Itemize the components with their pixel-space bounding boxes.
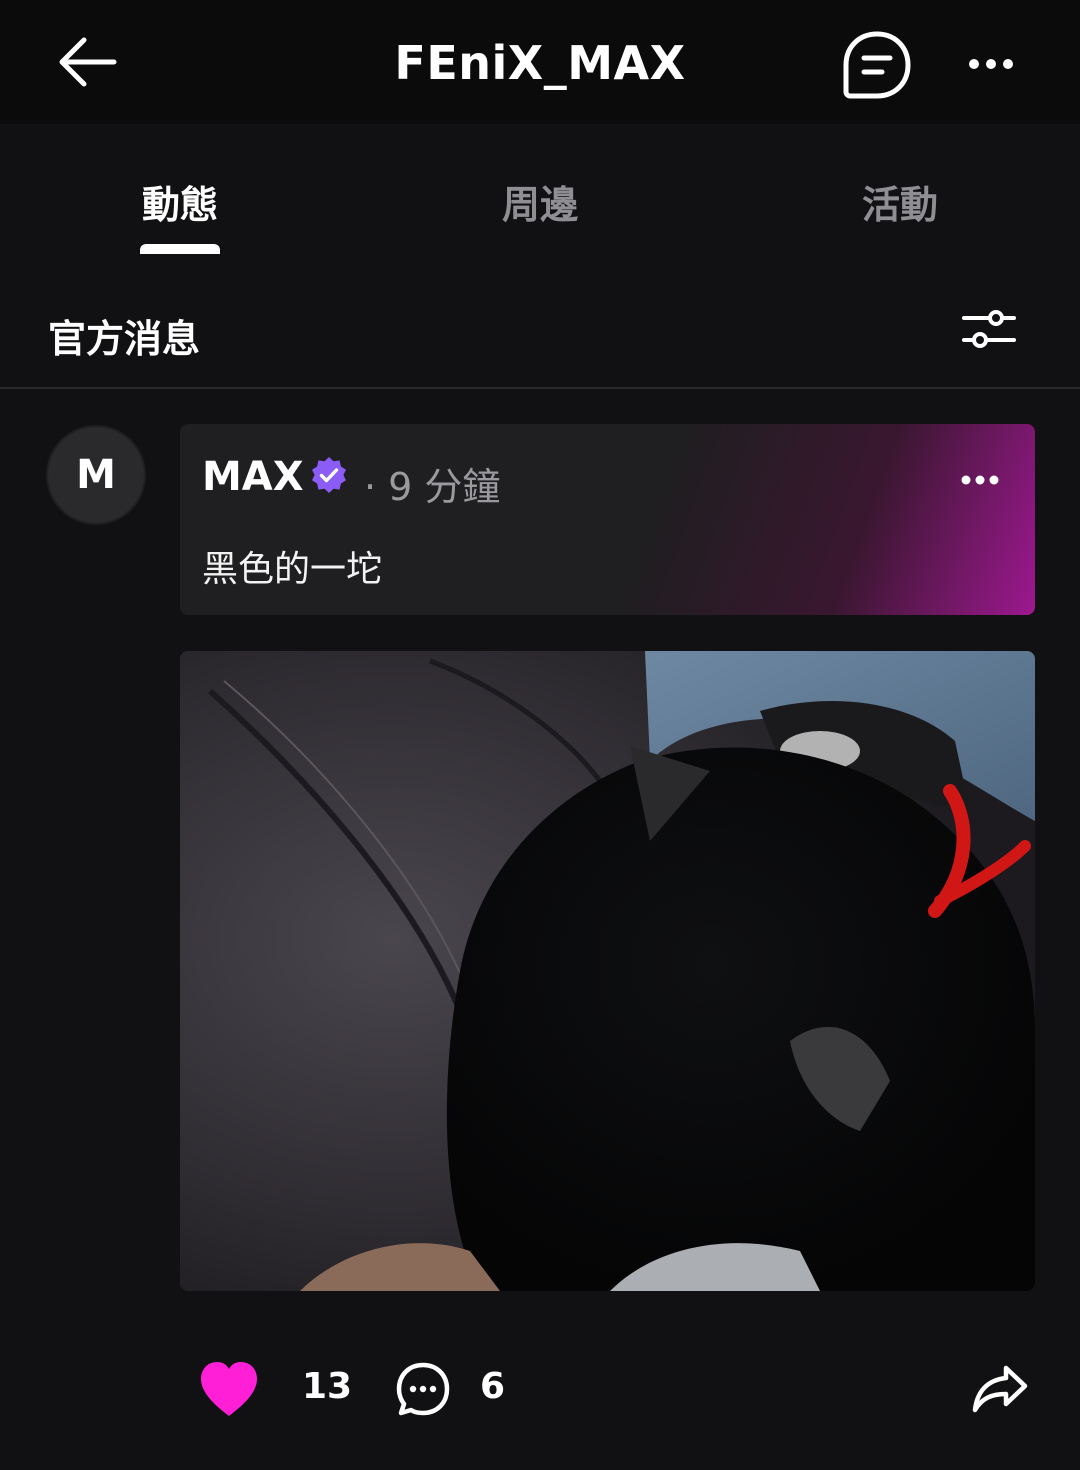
tab-merch[interactable]: 周邊 — [420, 174, 660, 229]
black-cat-photo — [180, 651, 1035, 1291]
share-icon — [972, 1365, 1028, 1413]
comment-icon — [396, 1362, 450, 1416]
more-horizontal-icon — [969, 59, 1013, 69]
heart-icon — [201, 1362, 257, 1416]
active-tab-indicator — [140, 244, 220, 254]
share-button[interactable] — [970, 1362, 1030, 1416]
avatar[interactable]: M — [46, 425, 146, 525]
post-timestamp: · 9 分鐘 — [364, 465, 501, 509]
page-title: FEniX_MAX — [394, 36, 686, 90]
post-card[interactable]: MAX · 9 分鐘 黑色的一坨 — [180, 424, 1035, 615]
post-photo[interactable] — [180, 651, 1035, 1291]
chat-bubble-icon — [843, 31, 911, 99]
tab-events[interactable]: 活動 — [780, 174, 1020, 229]
top-bar: FEniX_MAX — [0, 0, 1080, 124]
comment-button[interactable] — [394, 1360, 452, 1418]
sliders-icon — [962, 310, 1016, 348]
section-header: 官方消息 — [0, 260, 1080, 389]
verified-badge-icon — [312, 457, 346, 493]
chat-button[interactable] — [840, 28, 914, 102]
post-more-button[interactable] — [958, 464, 1002, 496]
post-author[interactable]: MAX — [202, 454, 304, 500]
tab-bar: 動態 周邊 活動 — [0, 124, 1080, 260]
more-options-button[interactable] — [958, 44, 1024, 84]
more-horizontal-icon — [961, 475, 999, 485]
tab-feed[interactable]: 動態 — [60, 174, 300, 229]
filter-button[interactable] — [958, 300, 1020, 356]
comment-count: 6 — [480, 1366, 506, 1407]
post-actions: 13 6 — [0, 1340, 1080, 1440]
section-title: 官方消息 — [48, 317, 201, 361]
like-count: 13 — [302, 1366, 353, 1407]
like-button[interactable] — [196, 1358, 262, 1420]
post-text: 黑色的一坨 — [202, 549, 383, 590]
